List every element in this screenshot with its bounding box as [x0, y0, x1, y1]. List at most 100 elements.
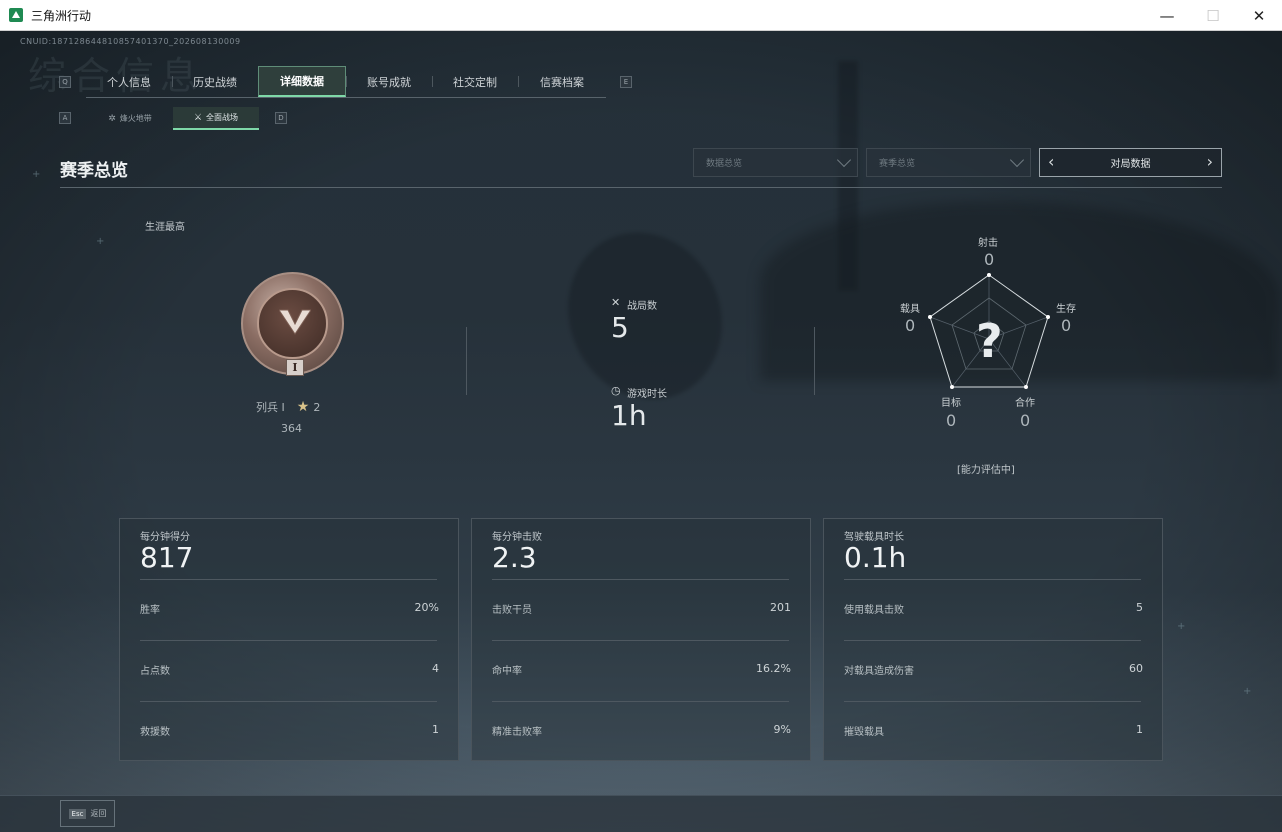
playtime-label: 游戏时长: [627, 389, 667, 400]
card-main-value: 817: [140, 541, 194, 574]
radar-unknown-mark: ?: [976, 314, 1003, 368]
data-type-dropdown[interactable]: 数据总览: [693, 148, 858, 177]
dropdown-value: 赛季总览: [879, 159, 916, 169]
row-value: 4: [432, 662, 439, 675]
card-divider: [140, 579, 437, 580]
card-divider: [844, 640, 1141, 641]
card-row: 精准击败率 9%: [492, 723, 791, 738]
stats-card-vehicle: 驾驶载具时长 0.1h 使用载具击败 5 对载具造成伤害 60 摧毁载具 1: [823, 518, 1163, 761]
crosshair-decor-icon: +: [32, 169, 41, 180]
rank-name: 列兵 I: [256, 401, 285, 414]
crosshair-decor-icon: +: [1243, 686, 1252, 697]
crossed-swords-icon: ✕: [611, 296, 621, 309]
tab-personal-info[interactable]: 个人信息: [86, 66, 172, 97]
row-label: 胜率: [140, 605, 160, 616]
esc-key-icon: Esc: [68, 808, 87, 819]
subtab-operations[interactable]: ✲ 烽火地带: [87, 107, 173, 130]
radar-status: [能力评估中]: [957, 465, 1015, 476]
row-value: 1: [432, 723, 439, 736]
row-label: 命中率: [492, 666, 522, 677]
chevron-right-icon[interactable]: ›: [1207, 152, 1213, 171]
card-row: 摧毁载具 1: [844, 723, 1143, 738]
section-title: 赛季总览: [60, 161, 128, 181]
card-row: 对载具造成伤害 60: [844, 662, 1143, 677]
career-best-label: 生涯最高: [145, 222, 185, 233]
window-controls: — ☐ ✕: [1144, 0, 1282, 31]
radar-label-coop: 合作: [1015, 398, 1035, 409]
vertical-divider: [814, 327, 815, 395]
bottom-bar: Esc 返回: [0, 795, 1282, 832]
row-value: 201: [770, 601, 791, 614]
rank-medal-icon: I: [241, 272, 344, 376]
key-hint-next-subtab: D: [275, 112, 287, 124]
key-hint-next-tab: E: [620, 76, 632, 88]
card-divider: [140, 640, 437, 641]
rank-info: 列兵 I ★ 2: [256, 399, 320, 415]
radar-label-objective: 目标: [941, 398, 961, 409]
row-value: 5: [1136, 601, 1143, 614]
card-row: 胜率 20%: [140, 601, 439, 616]
radar-value-objective: 0: [946, 411, 957, 430]
matches-label: 战局数: [627, 301, 657, 312]
crosshair-decor-icon: +: [96, 236, 105, 247]
card-divider: [844, 701, 1141, 702]
card-row: 击败干员 201: [492, 601, 791, 616]
main-tab-bar: 个人信息 历史战绩 详细数据 账号成就 社交定制 信赛档案: [86, 66, 606, 98]
radar-value-survive: 0: [1061, 316, 1072, 335]
window-title: 三角洲行动: [31, 8, 92, 23]
back-button[interactable]: Esc 返回: [60, 800, 115, 827]
user-id: CNUID:187128644810857401370_202608130009: [20, 37, 241, 46]
close-button[interactable]: ✕: [1236, 0, 1282, 31]
tab-achievements[interactable]: 账号成就: [346, 66, 432, 97]
row-value: 16.2%: [756, 662, 791, 675]
battlefield-icon: ⚔: [193, 112, 203, 123]
key-hint-prev-tab: Q: [59, 76, 71, 88]
row-label: 救援数: [140, 727, 170, 738]
card-divider: [492, 579, 789, 580]
card-row: 救援数 1: [140, 723, 439, 738]
row-label: 对载具造成伤害: [844, 666, 914, 677]
match-data-pager: ‹ 对局数据 ›: [1039, 148, 1222, 177]
key-hint-prev-subtab: A: [59, 112, 71, 124]
card-divider: [140, 701, 437, 702]
season-dropdown[interactable]: 赛季总览: [866, 148, 1031, 177]
star-icon: ★: [296, 399, 310, 415]
chevron-left-icon[interactable]: ‹: [1048, 152, 1054, 171]
maximize-button[interactable]: ☐: [1190, 0, 1236, 31]
dropdown-value: 数据总览: [706, 159, 743, 169]
back-label: 返回: [90, 809, 107, 818]
card-row: 命中率 16.2%: [492, 662, 791, 677]
subtab-warfare[interactable]: ⚔ 全面战场: [173, 107, 259, 130]
card-divider: [492, 701, 789, 702]
row-label: 摧毁载具: [844, 727, 884, 738]
clock-icon: ◷: [611, 384, 621, 397]
game-viewport: + + + + 综合信息 CNUID:187128644810857401370…: [0, 31, 1282, 832]
row-value: 9%: [773, 723, 791, 736]
rank-stars: 2: [313, 400, 321, 414]
row-label: 精准击败率: [492, 727, 542, 738]
chevron-down-icon: [1009, 152, 1025, 168]
row-value: 60: [1129, 662, 1143, 675]
stats-card-score: 每分钟得分 817 胜率 20% 占点数 4 救援数 1: [119, 518, 459, 761]
playtime-value: 1h: [611, 399, 647, 432]
chevron-down-icon: [836, 152, 852, 168]
app-logo-icon: [9, 8, 23, 22]
chevron-rank-icon: [279, 309, 311, 335]
card-main-value: 0.1h: [844, 541, 907, 574]
minimize-button[interactable]: —: [1144, 0, 1190, 31]
vertical-divider: [466, 327, 467, 395]
crosshair-decor-icon: +: [1177, 621, 1186, 632]
radar-value-shoot: 0: [984, 250, 995, 269]
tab-social-custom[interactable]: 社交定制: [432, 66, 518, 97]
row-label: 使用载具击败: [844, 605, 904, 616]
tab-archive[interactable]: 信赛档案: [518, 66, 606, 97]
radar-label-vehicle: 载具: [900, 304, 920, 315]
row-value: 1: [1136, 723, 1143, 736]
tab-detailed-data[interactable]: 详细数据: [258, 66, 346, 97]
row-value: 20%: [414, 601, 439, 614]
sub-tab-bar: ✲ 烽火地带 ⚔ 全面战场: [87, 107, 259, 130]
card-divider: [844, 579, 1141, 580]
tab-match-history[interactable]: 历史战绩: [172, 66, 258, 97]
card-row: 使用载具击败 5: [844, 601, 1143, 616]
pager-label: 对局数据: [1110, 159, 1151, 170]
